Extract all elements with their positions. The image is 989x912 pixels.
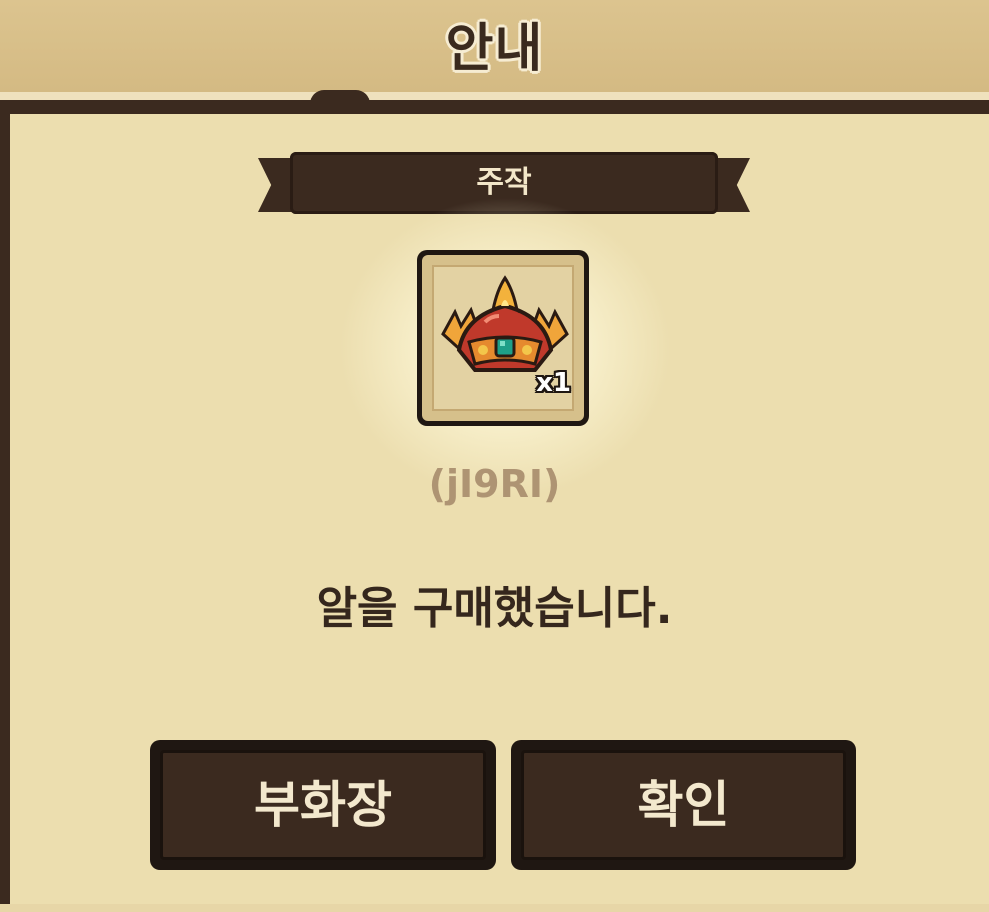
panel-bottom-edge	[0, 904, 989, 912]
panel-left-border	[0, 114, 10, 912]
dialog-title: 안내	[445, 19, 544, 79]
header-bar: 안내	[0, 0, 989, 92]
item-slot: x1	[417, 250, 589, 426]
dialog-screen: 안내 주작 x1 (jI9RI) 알을 구매했습니다. 부화장 확인	[0, 0, 989, 912]
confirm-button-label: 확인	[637, 776, 730, 834]
purchase-message: 알을 구매했습니다.	[316, 583, 673, 634]
item-name: (jI9RI)	[428, 462, 561, 506]
hatchery-button[interactable]: 부화장	[150, 740, 496, 870]
confirm-button[interactable]: 확인	[511, 740, 856, 870]
hatchery-button-label: 부화장	[254, 776, 392, 834]
header-border	[0, 100, 989, 114]
phoenix-crown-icon	[441, 275, 569, 372]
header-divider	[0, 92, 989, 100]
item-quantity-badge: x1	[536, 368, 571, 398]
